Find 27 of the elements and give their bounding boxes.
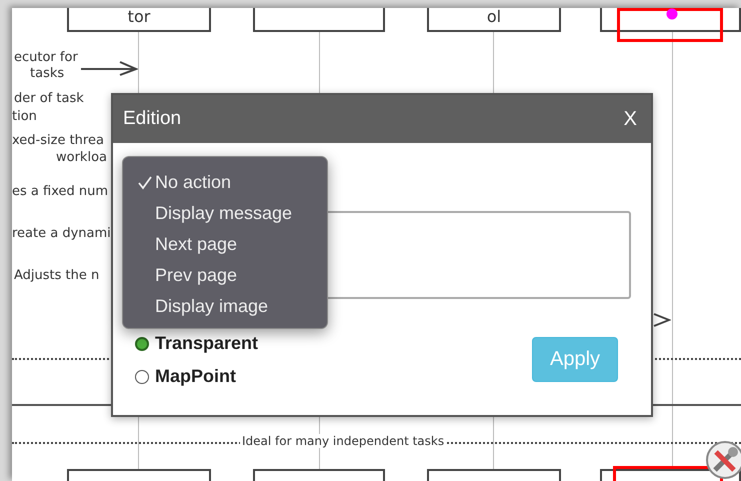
note-text: xed-size threa [12,133,104,148]
note-text: workloa [56,150,107,165]
close-button[interactable]: X [620,104,641,134]
note-text: Adjusts the n [14,268,100,283]
note-text: tasks [30,66,64,81]
participant-box: ol [427,8,561,32]
note-text: ecutor for [14,50,78,65]
menu-item[interactable]: Next page [155,234,238,255]
note-text: der of task [14,91,84,106]
note-text: reate a dynami [12,226,111,241]
dialog-title: Edition [123,108,182,130]
separator-label: Ideal for many independent tasks [240,434,446,448]
tools-icon[interactable] [705,440,741,480]
menu-item[interactable]: Prev page [155,265,238,286]
radio-label[interactable]: Transparent [155,333,258,354]
marker-dot [666,8,678,20]
arrowhead-icon [653,313,671,327]
note-text: tion [12,109,37,124]
radio-button[interactable] [135,336,149,350]
note-text: es a fixed num [12,184,108,199]
menu-item[interactable]: Display message [155,203,292,224]
menu-item[interactable]: Display image [155,296,268,317]
arrow-icon [80,60,138,76]
radio-button[interactable] [135,370,149,384]
participant-box: tor [67,8,211,32]
menu-item[interactable]: No action [155,172,232,193]
radio-label[interactable]: MapPoint [155,366,236,387]
